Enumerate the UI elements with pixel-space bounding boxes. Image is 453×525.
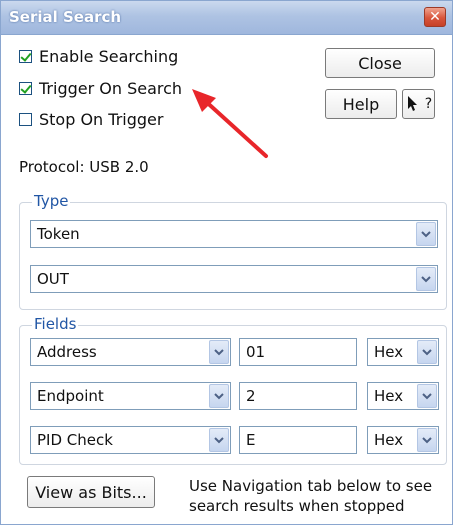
- view-as-bits-button[interactable]: View as Bits...: [27, 476, 155, 508]
- trigger-on-search-label: Trigger On Search: [39, 78, 183, 98]
- whats-this-button[interactable]: ?: [402, 89, 435, 119]
- chevron-down-icon[interactable]: [416, 222, 436, 246]
- dialog-body: Enable Searching Trigger On Search Stop …: [1, 36, 452, 524]
- type-secondary-select[interactable]: OUT: [30, 265, 438, 293]
- field-select[interactable]: Address: [30, 338, 231, 366]
- enable-searching-option[interactable]: Enable Searching: [19, 44, 178, 68]
- chevron-down-icon[interactable]: [209, 340, 229, 364]
- field-value-input[interactable]: E: [239, 426, 357, 454]
- serial-search-dialog: Serial Search ✕ Enable Searching Trigger…: [0, 0, 453, 525]
- navigation-hint-line1: Use Navigation tab below to see: [189, 477, 433, 495]
- field-select[interactable]: Endpoint: [30, 382, 231, 410]
- title-bar[interactable]: Serial Search ✕: [1, 1, 452, 35]
- stop-on-trigger-label: Stop On Trigger: [39, 109, 164, 129]
- field-value-input[interactable]: 2: [239, 382, 357, 410]
- format-select[interactable]: Hex: [367, 426, 439, 454]
- trigger-on-search-option[interactable]: Trigger On Search: [19, 76, 182, 100]
- whats-this-label: ?: [424, 96, 433, 112]
- type-primary-select[interactable]: Token: [30, 220, 438, 248]
- enable-searching-checkbox[interactable]: [19, 49, 32, 63]
- type-group: Type Token OUT: [19, 192, 447, 310]
- chevron-down-icon[interactable]: [209, 384, 229, 408]
- navigation-hint-line2: search results when stopped: [189, 497, 405, 515]
- fields-group-label: Fields: [32, 315, 79, 333]
- field-select[interactable]: PID Check: [30, 426, 231, 454]
- chevron-down-icon[interactable]: [417, 384, 437, 408]
- protocol-label: Protocol: USB 2.0: [19, 158, 149, 176]
- field-name: PID Check: [37, 431, 113, 449]
- trigger-on-search-checkbox[interactable]: [19, 81, 32, 95]
- type-primary-value: Token: [37, 225, 80, 243]
- format-value: Hex: [374, 431, 404, 449]
- format-select[interactable]: Hex: [367, 338, 439, 366]
- format-select[interactable]: Hex: [367, 382, 439, 410]
- chevron-down-icon[interactable]: [416, 267, 436, 291]
- field-value: 01: [246, 343, 266, 361]
- window-close-icon[interactable]: ✕: [424, 7, 446, 27]
- chevron-down-icon[interactable]: [417, 428, 437, 452]
- stop-on-trigger-option[interactable]: Stop On Trigger: [19, 107, 163, 131]
- field-value: E: [246, 431, 256, 449]
- chevron-down-icon[interactable]: [209, 428, 229, 452]
- enable-searching-label: Enable Searching: [39, 46, 179, 66]
- format-value: Hex: [374, 387, 404, 405]
- type-group-label: Type: [32, 192, 71, 210]
- stop-on-trigger-checkbox[interactable]: [19, 112, 32, 126]
- red-annotation-arrow: [192, 89, 268, 158]
- field-name: Endpoint: [37, 387, 104, 405]
- field-name: Address: [37, 343, 97, 361]
- navigation-hint: Use Navigation tab below to see search r…: [189, 476, 432, 516]
- close-button[interactable]: Close: [325, 48, 435, 78]
- fields-group: Fields Address 01 Hex Endpoint 2 Hex PID…: [19, 315, 447, 465]
- chevron-down-icon[interactable]: [417, 340, 437, 364]
- format-value: Hex: [374, 343, 404, 361]
- window-title: Serial Search: [9, 8, 122, 26]
- field-value: 2: [246, 387, 256, 405]
- help-button[interactable]: Help: [325, 89, 397, 119]
- field-value-input[interactable]: 01: [239, 338, 357, 366]
- type-secondary-value: OUT: [37, 270, 69, 288]
